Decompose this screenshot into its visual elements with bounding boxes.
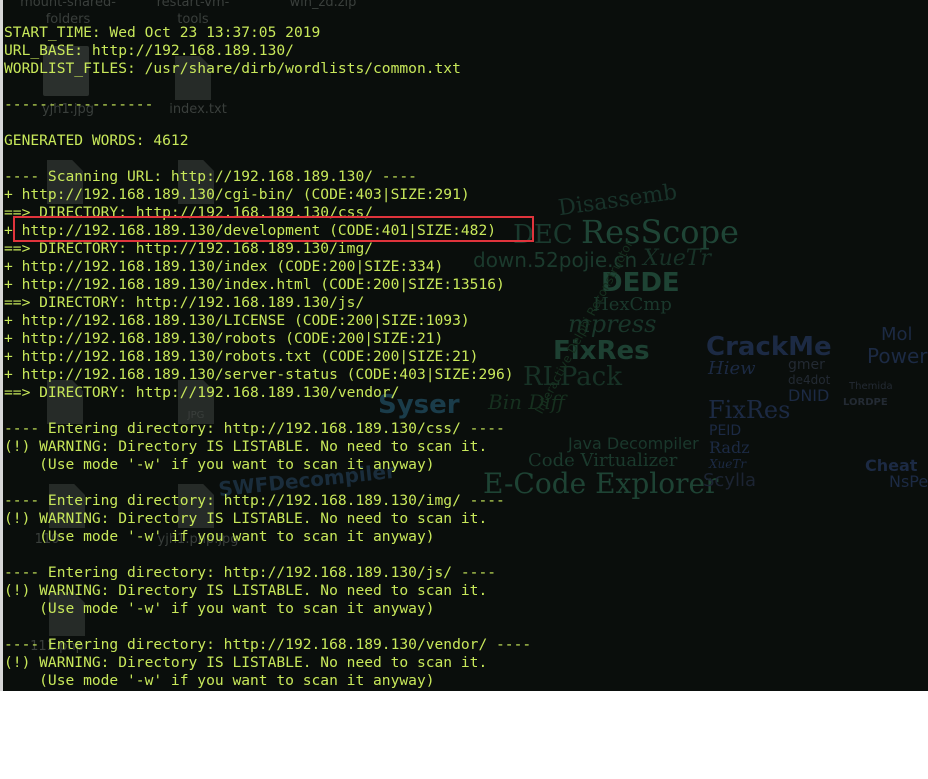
wallpaper-word: XueTr bbox=[643, 246, 712, 271]
terminal-output: START_TIME: Wed Oct 23 13:37:05 2019 URL_… bbox=[4, 24, 531, 690]
wallpaper-word: Power bbox=[867, 344, 928, 368]
terminal-line: (!) WARNING: Directory IS LISTABLE. No n… bbox=[4, 582, 488, 599]
terminal-line: ---- Entering directory: http://192.168.… bbox=[4, 420, 505, 437]
wallpaper-word: XueTr bbox=[709, 457, 747, 471]
wallpaper-word: Radz bbox=[709, 438, 750, 457]
terminal-line: WORDLIST_FILES: /usr/share/dirb/wordlist… bbox=[4, 60, 461, 77]
wallpaper-word: mpress bbox=[568, 310, 657, 338]
wallpaper-word: PEID bbox=[709, 423, 742, 439]
terminal-line: + http://192.168.189.130/LICENSE (CODE:2… bbox=[4, 312, 470, 329]
terminal-line: + http://192.168.189.130/cgi-bin/ (CODE:… bbox=[4, 186, 470, 203]
terminal-line: GENERATED WORDS: 4612 bbox=[4, 132, 189, 149]
terminal-line: + http://192.168.189.130/robots.txt (COD… bbox=[4, 348, 479, 365]
terminal-line: + http://192.168.189.130/index (CODE:200… bbox=[4, 258, 444, 275]
wallpaper-word: ResScope bbox=[581, 213, 739, 251]
wallpaper-word: Hiew bbox=[708, 358, 756, 379]
terminal-line: (!) WARNING: Directory IS LISTABLE. No n… bbox=[4, 654, 488, 671]
terminal-line: (Use mode '-w' if you want to scan it an… bbox=[4, 672, 435, 689]
wallpaper-word: Code Virtualizer bbox=[528, 450, 678, 471]
terminal-window[interactable]: mount-shared- folders restart-vm- tools … bbox=[3, 0, 928, 691]
wallpaper-word: DNID bbox=[788, 386, 830, 405]
wallpaper-word: HexCmp bbox=[593, 294, 672, 315]
terminal-line: (Use mode '-w' if you want to scan it an… bbox=[4, 600, 435, 617]
terminal-line: + http://192.168.189.130/server-status (… bbox=[4, 366, 514, 383]
terminal-line: ==> DIRECTORY: http://192.168.189.130/js… bbox=[4, 294, 365, 311]
terminal-line: ==> DIRECTORY: http://192.168.189.130/im… bbox=[4, 240, 374, 257]
wallpaper-word: Disassemb bbox=[556, 179, 679, 222]
blank-area bbox=[0, 691, 928, 779]
terminal-line: + http://192.168.189.130/index.html (COD… bbox=[4, 276, 505, 293]
wallpaper-word: Themida bbox=[849, 381, 893, 392]
terminal-line: (!) WARNING: Directory IS LISTABLE. No n… bbox=[4, 510, 488, 527]
terminal-line: (!) WARNING: Directory IS LISTABLE. No n… bbox=[4, 438, 488, 455]
wallpaper-word: FixRes bbox=[553, 336, 650, 366]
terminal-line: ---- Entering directory: http://192.168.… bbox=[4, 492, 505, 509]
terminal-line: URL_BASE: http://192.168.189.130/ bbox=[4, 42, 294, 59]
wallpaper-word: Java Decompiler bbox=[568, 434, 699, 453]
wallpaper-word: gmer bbox=[788, 357, 825, 373]
wallpaper-word: Cheat bbox=[865, 456, 918, 475]
terminal-line: START_TIME: Wed Oct 23 13:37:05 2019 bbox=[4, 24, 321, 41]
wallpaper-word: LORDPE bbox=[843, 397, 888, 408]
annotation-highlight-box bbox=[13, 216, 534, 242]
terminal-line: ----------------- bbox=[4, 96, 154, 113]
wallpaper-word: Mol bbox=[881, 324, 913, 345]
terminal-line: (Use mode '-w' if you want to scan it an… bbox=[4, 456, 435, 473]
terminal-line: + http://192.168.189.130/robots (CODE:20… bbox=[4, 330, 444, 347]
terminal-line: ---- Scanning URL: http://192.168.189.13… bbox=[4, 168, 417, 185]
terminal-line: ---- Entering directory: http://192.168.… bbox=[4, 564, 497, 581]
desktop-icon-label: win_zd.zip bbox=[289, 0, 357, 10]
wallpaper-word: NsPe bbox=[889, 472, 928, 491]
wallpaper-word: Interactive Delphi Reconstructor bbox=[532, 237, 636, 417]
terminal-line: ==> DIRECTORY: http://192.168.189.130/ve… bbox=[4, 384, 400, 401]
wallpaper-word: FixRes bbox=[708, 396, 791, 424]
terminal-line: (Use mode '-w' if you want to scan it an… bbox=[4, 528, 435, 545]
terminal-line: ---- Entering directory: http://192.168.… bbox=[4, 636, 532, 653]
wallpaper-word: RLPack bbox=[523, 362, 622, 392]
screen: mount-shared- folders restart-vm- tools … bbox=[0, 0, 928, 779]
wallpaper-word: CrackMe bbox=[706, 332, 832, 362]
wallpaper-word: Scylla bbox=[703, 470, 757, 491]
wallpaper-word: DEDE bbox=[601, 268, 680, 298]
wallpaper-word: de4dot bbox=[788, 373, 831, 387]
